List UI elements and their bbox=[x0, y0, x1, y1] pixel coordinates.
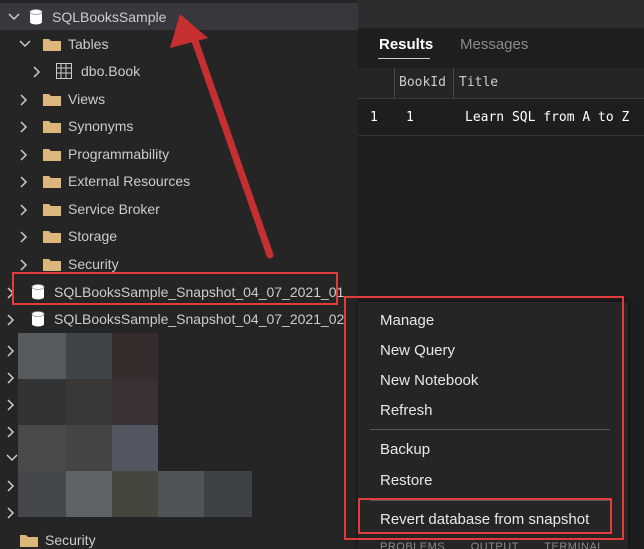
menu-item-revert-database-from-snapshot[interactable]: Revert database from snapshot bbox=[380, 511, 589, 528]
menu-item-manage[interactable]: Manage bbox=[380, 312, 434, 329]
folder-icon bbox=[43, 202, 61, 216]
chevron-right-icon[interactable] bbox=[6, 286, 16, 299]
database-icon bbox=[28, 8, 44, 26]
panel-tab-problems[interactable]: PROBLEMS bbox=[380, 541, 445, 549]
tab-messages[interactable]: Messages bbox=[460, 36, 528, 53]
tree-item-blurred[interactable] bbox=[0, 498, 16, 525]
chevron-down-icon[interactable] bbox=[8, 12, 20, 22]
chevron-right-icon[interactable] bbox=[19, 93, 29, 106]
tree-item-label: Storage bbox=[68, 227, 118, 244]
column-header-bookid[interactable]: BookId bbox=[399, 68, 446, 98]
chevron-right-icon[interactable] bbox=[6, 344, 16, 357]
tree-item-dbo-book[interactable]: dbo.Book bbox=[0, 57, 140, 84]
tree-item-label: Synonyms bbox=[68, 117, 134, 134]
chevron-right-icon[interactable] bbox=[6, 398, 16, 411]
tree-item-blurred[interactable] bbox=[0, 363, 16, 390]
chevron-right-icon[interactable] bbox=[32, 65, 42, 78]
column-divider bbox=[453, 68, 454, 98]
tree-item-label: Security bbox=[68, 255, 119, 272]
tree-item-tables[interactable]: Tables bbox=[0, 30, 108, 57]
menu-separator bbox=[370, 429, 610, 430]
menu-item-restore[interactable]: Restore bbox=[380, 472, 433, 489]
database-icon bbox=[30, 283, 46, 301]
chevron-right-icon[interactable] bbox=[6, 506, 16, 519]
menu-item-refresh[interactable]: Refresh bbox=[380, 402, 433, 419]
folder-icon bbox=[43, 92, 61, 106]
tree-item-label: Views bbox=[68, 90, 106, 107]
tree-item-label: External Resources bbox=[68, 172, 191, 189]
chevron-down-icon[interactable] bbox=[19, 39, 31, 49]
grid-header: BookId Title bbox=[358, 68, 644, 99]
chevron-right-icon[interactable] bbox=[19, 120, 29, 133]
chevron-right-icon[interactable] bbox=[19, 175, 29, 188]
tree-item-external-resources[interactable]: External Resources bbox=[0, 167, 190, 194]
chevron-down-icon[interactable] bbox=[6, 453, 18, 463]
tree-item-storage[interactable]: Storage bbox=[0, 222, 117, 249]
menu-separator bbox=[370, 500, 610, 501]
menu-item-new-query[interactable]: New Query bbox=[380, 342, 455, 359]
chevron-right-icon[interactable] bbox=[6, 425, 16, 438]
tree-item-service-broker[interactable]: Service Broker bbox=[0, 195, 160, 222]
tree-item-label: dbo.Book bbox=[81, 62, 141, 79]
context-menu: Manage New Query New Notebook Refresh Ba… bbox=[358, 302, 628, 549]
row-index: 1 bbox=[370, 110, 378, 125]
folder-icon bbox=[43, 119, 61, 133]
tree-item-label: Service Broker bbox=[68, 200, 160, 217]
tab-results[interactable]: Results bbox=[379, 36, 433, 53]
folder-icon bbox=[43, 174, 61, 188]
tree-item-programmability[interactable]: Programmability bbox=[0, 140, 169, 167]
table-icon bbox=[56, 62, 72, 79]
chevron-right-icon[interactable] bbox=[6, 313, 16, 326]
active-tab-underline bbox=[378, 58, 430, 59]
bottom-panel-tabs: PROBLEMS OUTPUT TERMINAL bbox=[380, 541, 626, 549]
menu-item-backup[interactable]: Backup bbox=[380, 441, 430, 458]
tree-item-snapshot-01[interactable]: SQLBooksSample_Snapshot_04_07_2021_01 bbox=[0, 278, 344, 305]
column-divider bbox=[394, 68, 395, 98]
tree-item-blurred[interactable] bbox=[0, 444, 18, 471]
tree-item-label: Security bbox=[45, 531, 96, 548]
app-window: SQLBooksSample Tables dbo.Book Views Syn… bbox=[0, 0, 644, 549]
cell-title[interactable]: Learn SQL from A to Z bbox=[465, 104, 629, 132]
tree-item-label: SQLBooksSample bbox=[52, 8, 167, 25]
tree-item-label: SQLBooksSample_Snapshot_04_07_2021_01 bbox=[54, 283, 345, 300]
tree-item-server-security[interactable]: Security bbox=[0, 526, 96, 549]
chevron-right-icon[interactable] bbox=[19, 230, 29, 243]
menu-item-new-notebook[interactable]: New Notebook bbox=[380, 372, 478, 389]
column-header-title[interactable]: Title bbox=[459, 68, 498, 98]
chevron-right-icon[interactable] bbox=[6, 479, 16, 492]
database-icon bbox=[30, 310, 46, 328]
tree-item-blurred[interactable] bbox=[0, 471, 16, 498]
cell-bookid[interactable]: 1 bbox=[406, 104, 414, 132]
folder-icon bbox=[43, 257, 61, 271]
tree-item-root-database[interactable]: SQLBooksSample bbox=[0, 3, 358, 30]
panel-tab-terminal[interactable]: TERMINAL bbox=[544, 541, 604, 549]
editor-top-strip bbox=[358, 0, 644, 28]
tree-item-synonyms[interactable]: Synonyms bbox=[0, 112, 133, 139]
chevron-right-icon[interactable] bbox=[19, 258, 29, 271]
tree-item-snapshot-02[interactable]: SQLBooksSample_Snapshot_04_07_2021_02 bbox=[0, 305, 344, 332]
tree-item-views[interactable]: Views bbox=[0, 85, 105, 112]
tree-item-blurred[interactable] bbox=[0, 417, 16, 444]
tree-item-security[interactable]: Security bbox=[0, 250, 119, 277]
tree-item-label: Tables bbox=[68, 35, 109, 52]
object-explorer-tree: SQLBooksSample Tables dbo.Book Views Syn… bbox=[0, 0, 358, 549]
folder-icon bbox=[43, 147, 61, 161]
chevron-right-icon[interactable] bbox=[19, 148, 29, 161]
table-row[interactable]: 1 1 Learn SQL from A to Z bbox=[358, 104, 644, 132]
folder-icon bbox=[43, 37, 61, 51]
row-divider bbox=[358, 135, 644, 136]
tree-item-label: Programmability bbox=[68, 145, 170, 162]
chevron-right-icon[interactable] bbox=[6, 371, 16, 384]
tree-item-blurred[interactable] bbox=[0, 390, 16, 417]
folder-icon bbox=[20, 533, 38, 547]
panel-tab-output[interactable]: OUTPUT bbox=[471, 541, 519, 549]
chevron-right-icon[interactable] bbox=[19, 203, 29, 216]
tree-item-blurred[interactable] bbox=[0, 336, 16, 363]
tree-item-label: SQLBooksSample_Snapshot_04_07_2021_02 bbox=[54, 310, 345, 327]
folder-icon bbox=[43, 229, 61, 243]
